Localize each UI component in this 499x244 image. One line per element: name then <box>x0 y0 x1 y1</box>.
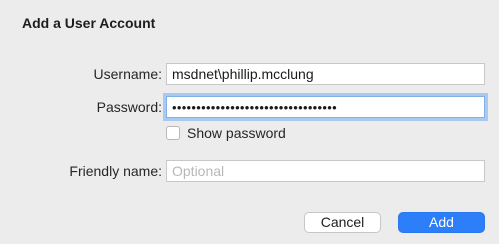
friendly-name-placeholder: Optional <box>172 163 225 179</box>
friendly-name-field[interactable]: Optional <box>166 160 485 182</box>
password-masked-value: •••••••••••••••••••••••••••••••••• <box>172 100 337 115</box>
show-password-checkbox[interactable] <box>166 126 180 140</box>
add-user-account-dialog: Add a User Account Username: msdnet\phil… <box>0 0 499 244</box>
show-password-label[interactable]: Show password <box>187 124 286 142</box>
friendly-name-label: Friendly name: <box>69 163 162 179</box>
password-label: Password: <box>96 99 162 115</box>
password-field[interactable]: •••••••••••••••••••••••••••••••••• <box>166 96 485 118</box>
username-label: Username: <box>93 66 162 82</box>
username-value: msdnet\phillip.mcclung <box>172 66 314 82</box>
cancel-button[interactable]: Cancel <box>304 212 381 233</box>
dialog-title: Add a User Account <box>22 15 156 31</box>
add-button[interactable]: Add <box>398 212 485 233</box>
show-password-row[interactable]: Show password <box>166 124 286 142</box>
username-field[interactable]: msdnet\phillip.mcclung <box>166 63 485 85</box>
